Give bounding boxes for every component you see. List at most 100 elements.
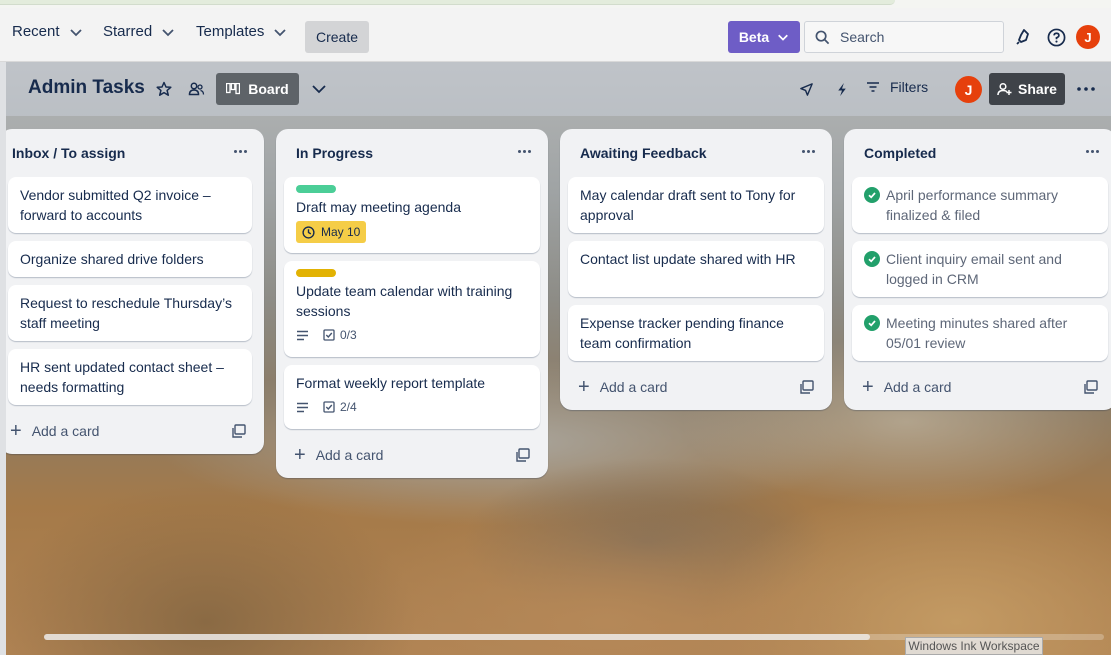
checklist-count: 0/3: [340, 328, 357, 342]
filters-label: Filters: [890, 79, 929, 95]
checklist-icon: [323, 401, 335, 413]
list-title[interactable]: In Progress: [296, 145, 373, 161]
search-icon: [815, 30, 830, 44]
card-title: Expense tracker pending finance team con…: [580, 315, 784, 351]
card[interactable]: Draft may meeting agenda May 10: [284, 177, 540, 253]
card[interactable]: HR sent updated contact sheet – needs fo…: [8, 349, 252, 405]
chevron-down-icon: [162, 28, 174, 36]
power-ups-icon[interactable]: [796, 79, 816, 99]
add-card-label: Add a card: [599, 379, 668, 395]
add-card-label: Add a card: [315, 447, 384, 463]
card[interactable]: Client inquiry email sent and logged in …: [852, 241, 1108, 297]
description-icon: [297, 330, 308, 340]
list-awaiting-feedback: Awaiting Feedback May calendar draft sen…: [560, 129, 832, 410]
list-menu-icon[interactable]: [514, 143, 534, 159]
filter-icon: [867, 82, 879, 92]
global-nav: Recent Starred Templates Create Beta Sea…: [0, 8, 1111, 62]
plus-icon: +: [294, 444, 306, 466]
plus-icon: +: [578, 376, 590, 398]
notifications-icon[interactable]: [1014, 27, 1034, 47]
card[interactable]: May calendar draft sent to Tony for appr…: [568, 177, 824, 233]
nav-templates-menu[interactable]: Templates: [196, 23, 287, 40]
card-title: Organize shared drive folders: [20, 251, 204, 267]
card-title: Vendor submitted Q2 invoice – forward to…: [20, 187, 211, 223]
plus-icon: +: [862, 376, 874, 398]
card-title: Draft may meeting agenda: [296, 199, 461, 215]
beta-label: Beta: [738, 29, 770, 45]
card-template-icon[interactable]: [232, 424, 246, 438]
checklist-icon: [323, 329, 335, 341]
card-title: Contact list update shared with HR: [580, 251, 796, 267]
complete-check-icon[interactable]: [864, 315, 880, 331]
description-icon: [297, 402, 308, 412]
nav-starred-menu[interactable]: Starred: [103, 23, 175, 40]
checklist-count: 2/4: [340, 400, 357, 414]
card[interactable]: April performance summary finalized & fi…: [852, 177, 1108, 233]
add-card-button[interactable]: + Add a card: [572, 371, 667, 403]
nav-starred-label: Starred: [103, 23, 153, 40]
board-canvas: Admin Tasks Board Filters J Share Inbox …: [6, 62, 1111, 655]
filters-button[interactable]: Filters: [866, 79, 928, 95]
card-title: Client inquiry email sent and logged in …: [886, 251, 1062, 287]
board-menu-icon[interactable]: [1076, 79, 1096, 99]
plus-icon: +: [10, 420, 22, 442]
automation-icon[interactable]: [832, 79, 852, 99]
card-template-icon[interactable]: [800, 380, 814, 394]
list-inbox: Inbox / To assign Vendor submitted Q2 in…: [6, 129, 264, 454]
windows-ink-workspace-tooltip: Windows Ink Workspace: [905, 637, 1043, 655]
complete-check-icon[interactable]: [864, 187, 880, 203]
card[interactable]: Vendor submitted Q2 invoice – forward to…: [8, 177, 252, 233]
notification-bar: [0, 0, 895, 5]
list-title[interactable]: Awaiting Feedback: [580, 145, 707, 161]
share-button[interactable]: Share: [989, 73, 1065, 105]
board-view-button[interactable]: Board: [216, 73, 299, 105]
list-title[interactable]: Inbox / To assign: [12, 145, 125, 161]
add-member-icon: [997, 82, 1012, 96]
card-label: [296, 185, 336, 193]
card-title: Update team calendar with training sessi…: [296, 283, 513, 319]
help-icon[interactable]: [1046, 27, 1066, 47]
beta-button[interactable]: Beta: [728, 21, 800, 53]
complete-check-icon[interactable]: [864, 251, 880, 267]
user-avatar[interactable]: J: [1076, 25, 1100, 49]
board-member-avatar[interactable]: J: [955, 76, 982, 103]
card[interactable]: Meeting minutes shared after 05/01 revie…: [852, 305, 1108, 361]
card[interactable]: Contact list update shared with HR: [568, 241, 824, 297]
search-input[interactable]: Search: [804, 21, 1004, 53]
star-icon[interactable]: [154, 79, 174, 99]
window-top-strip: [0, 0, 1111, 8]
card-template-icon[interactable]: [516, 448, 530, 462]
card[interactable]: Format weekly report template 2/4: [284, 365, 540, 429]
card-title: Request to reschedule Thursday’s staff m…: [20, 295, 232, 331]
nav-recent-label: Recent: [12, 23, 60, 40]
list-title[interactable]: Completed: [864, 145, 936, 161]
due-date-text: May 10: [321, 225, 361, 239]
chevron-down-icon: [778, 34, 789, 41]
card-template-icon[interactable]: [1084, 380, 1098, 394]
horizontal-scrollbar-thumb[interactable]: [44, 634, 870, 640]
workspace-visibility-icon[interactable]: [186, 79, 206, 99]
list-menu-icon[interactable]: [1082, 143, 1102, 159]
add-card-button[interactable]: + Add a card: [856, 371, 951, 403]
list-menu-icon[interactable]: [230, 143, 250, 159]
board-title[interactable]: Admin Tasks: [28, 77, 145, 99]
add-card-button[interactable]: + Add a card: [288, 439, 383, 471]
chevron-down-icon: [69, 28, 82, 36]
nav-templates-label: Templates: [196, 23, 265, 40]
card-title: Meeting minutes shared after 05/01 revie…: [886, 315, 1068, 351]
add-card-button[interactable]: + Add a card: [6, 415, 99, 447]
card[interactable]: Update team calendar with training sessi…: [284, 261, 540, 357]
card[interactable]: Request to reschedule Thursday’s staff m…: [8, 285, 252, 341]
list-menu-icon[interactable]: [798, 143, 818, 159]
card[interactable]: Organize shared drive folders: [8, 241, 252, 277]
create-button[interactable]: Create: [305, 21, 369, 53]
clock-icon: [302, 225, 315, 239]
card-title: May calendar draft sent to Tony for appr…: [580, 187, 796, 223]
card-label: [296, 269, 336, 277]
card[interactable]: Expense tracker pending finance team con…: [568, 305, 824, 361]
board-view-label: Board: [248, 81, 289, 97]
view-switcher-chevron-icon[interactable]: [309, 79, 329, 99]
nav-recent-menu[interactable]: Recent: [12, 23, 83, 40]
list-in-progress: In Progress Draft may meeting agenda May…: [276, 129, 548, 478]
due-date-badge[interactable]: May 10: [296, 221, 367, 243]
